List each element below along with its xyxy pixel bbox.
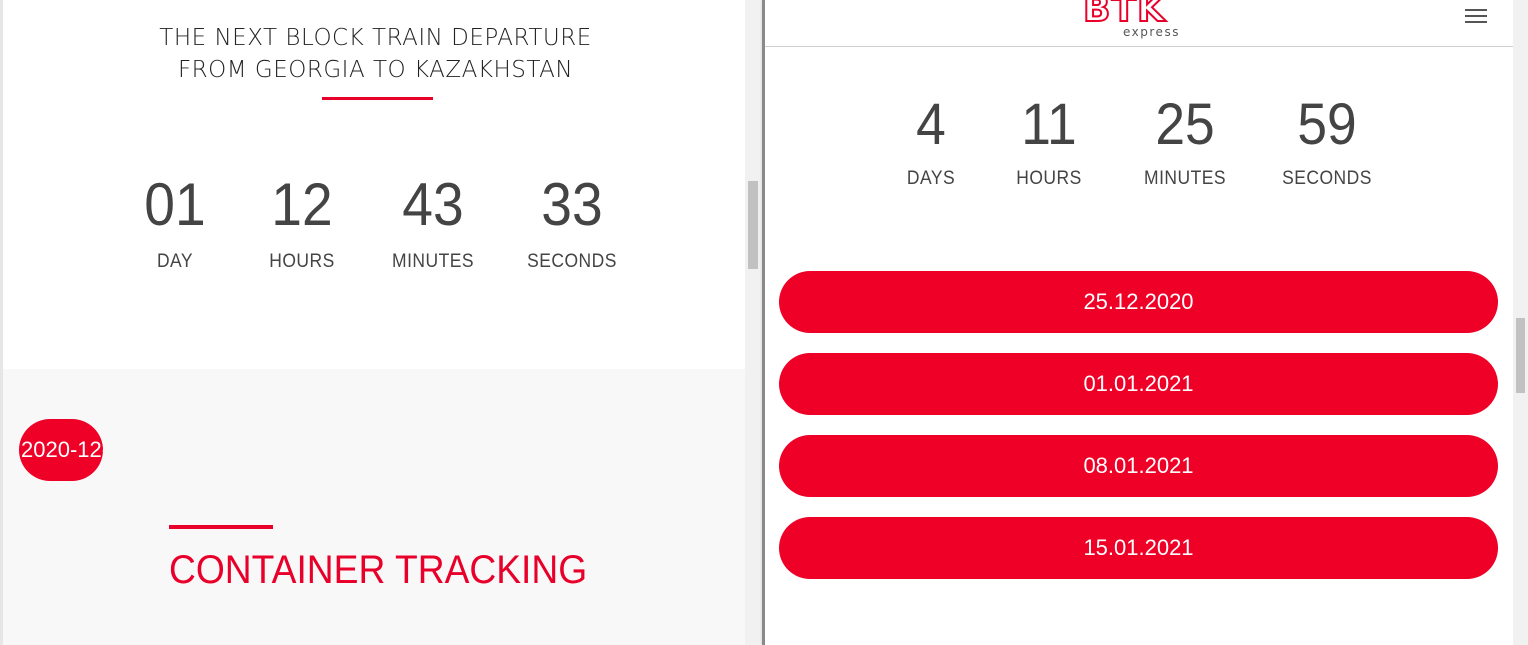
left-pane: THE NEXT BLOCK TRAIN DEPARTURE FROM GEOR…	[0, 0, 745, 645]
departure-heading: THE NEXT BLOCK TRAIN DEPARTURE FROM GEOR…	[3, 22, 745, 86]
right-countdown-seconds-label: SECONDS	[1282, 168, 1372, 189]
countdown-hours-value: 12	[271, 171, 333, 238]
date-button-3[interactable]: 08.01.2021	[779, 435, 1498, 497]
right-countdown-days-value: 4	[916, 92, 946, 157]
right-countdown-days-label: DAYS	[906, 168, 956, 189]
right-scrollbar[interactable]	[1513, 0, 1528, 645]
btk-express-logo[interactable]: BTK express	[1082, 0, 1193, 42]
right-countdown-days: 4 DAYS	[893, 96, 969, 190]
date-pill-button[interactable]: 2020-12-2	[19, 419, 103, 481]
right-countdown-seconds-value: 59	[1297, 92, 1357, 157]
right-countdown-minutes-label: MINUTES	[1144, 168, 1226, 189]
date-pill-label: 2020-12-2	[21, 437, 103, 462]
countdown-seconds: 33 SECONDS	[523, 175, 621, 273]
countdown-days-value: 01	[144, 171, 206, 238]
right-countdown-hours-value: 11	[1021, 92, 1077, 157]
container-tracking-title: CONTAINER TRACKING	[169, 548, 588, 592]
left-scrollbar-thumb[interactable]	[748, 181, 758, 269]
right-countdown-hours-label: HOURS	[1016, 168, 1082, 189]
countdown-days: 01 DAY	[133, 175, 217, 273]
tracking-underline	[169, 525, 273, 529]
countdown-seconds-value: 33	[541, 171, 603, 238]
date-button-1[interactable]: 25.12.2020	[779, 271, 1498, 333]
countdown-minutes-value: 43	[402, 171, 464, 238]
right-countdown-minutes: 25 MINUTES	[1136, 96, 1234, 190]
right-countdown-minutes-value: 25	[1155, 92, 1215, 157]
heading-line-2: FROM GEORGIA TO KAZAKHSTAN	[177, 57, 574, 83]
date-button-4[interactable]: 15.01.2021	[779, 517, 1498, 579]
hamburger-menu-icon[interactable]	[1465, 9, 1489, 25]
tracking-section	[3, 369, 745, 645]
heading-underline	[322, 97, 433, 100]
countdown-minutes-label: MINUTES	[392, 251, 474, 272]
countdown-days-label: DAY	[156, 251, 194, 272]
left-scrollbar[interactable]	[745, 0, 762, 645]
right-scrollbar-thumb[interactable]	[1516, 318, 1525, 393]
heading-line-1: THE NEXT BLOCK TRAIN DEPARTURE	[159, 25, 592, 51]
countdown-hours-label: HOURS	[269, 251, 335, 272]
right-countdown-seconds: 59 SECONDS	[1277, 96, 1377, 190]
countdown-minutes: 43 MINUTES	[385, 175, 481, 273]
countdown-seconds-label: SECONDS	[527, 251, 617, 272]
logo-subtitle: express	[1123, 25, 1180, 39]
logo-text: BTK	[1082, 0, 1166, 30]
top-nav-bar: BTK express	[765, 0, 1513, 47]
date-button-2[interactable]: 01.01.2021	[779, 353, 1498, 415]
right-pane: BTK express 4 DAYS 11 HOURS 25 MINUTES 5…	[765, 0, 1513, 645]
countdown-hours: 12 HOURS	[260, 175, 344, 273]
right-countdown-hours: 11 HOURS	[1011, 96, 1087, 190]
